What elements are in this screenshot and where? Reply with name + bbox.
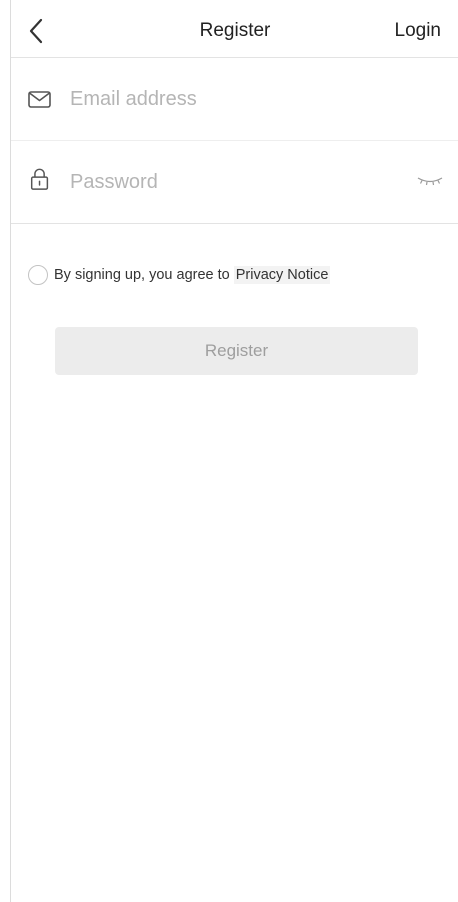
eye-closed-icon: [417, 177, 443, 186]
page-title: Register: [199, 20, 271, 41]
password-visibility-toggle[interactable]: [415, 173, 445, 189]
register-button[interactable]: Register: [55, 327, 418, 375]
login-link[interactable]: Login: [395, 20, 442, 42]
privacy-notice-link[interactable]: Privacy Notice: [233, 266, 331, 284]
password-row: [11, 141, 458, 224]
register-screen: Register Login By signing up, yo: [10, 0, 458, 902]
agreement-radio[interactable]: [28, 265, 48, 285]
navigation-bar: Register Login: [11, 0, 458, 58]
email-input[interactable]: [70, 82, 390, 116]
lock-icon: [30, 168, 49, 190]
agreement-text: By signing up, you agree to: [54, 267, 230, 283]
privacy-agreement: By signing up, you agree to Privacy Noti…: [28, 262, 331, 288]
password-input[interactable]: [70, 165, 390, 199]
email-row: [11, 58, 458, 141]
envelope-icon: [28, 91, 51, 108]
